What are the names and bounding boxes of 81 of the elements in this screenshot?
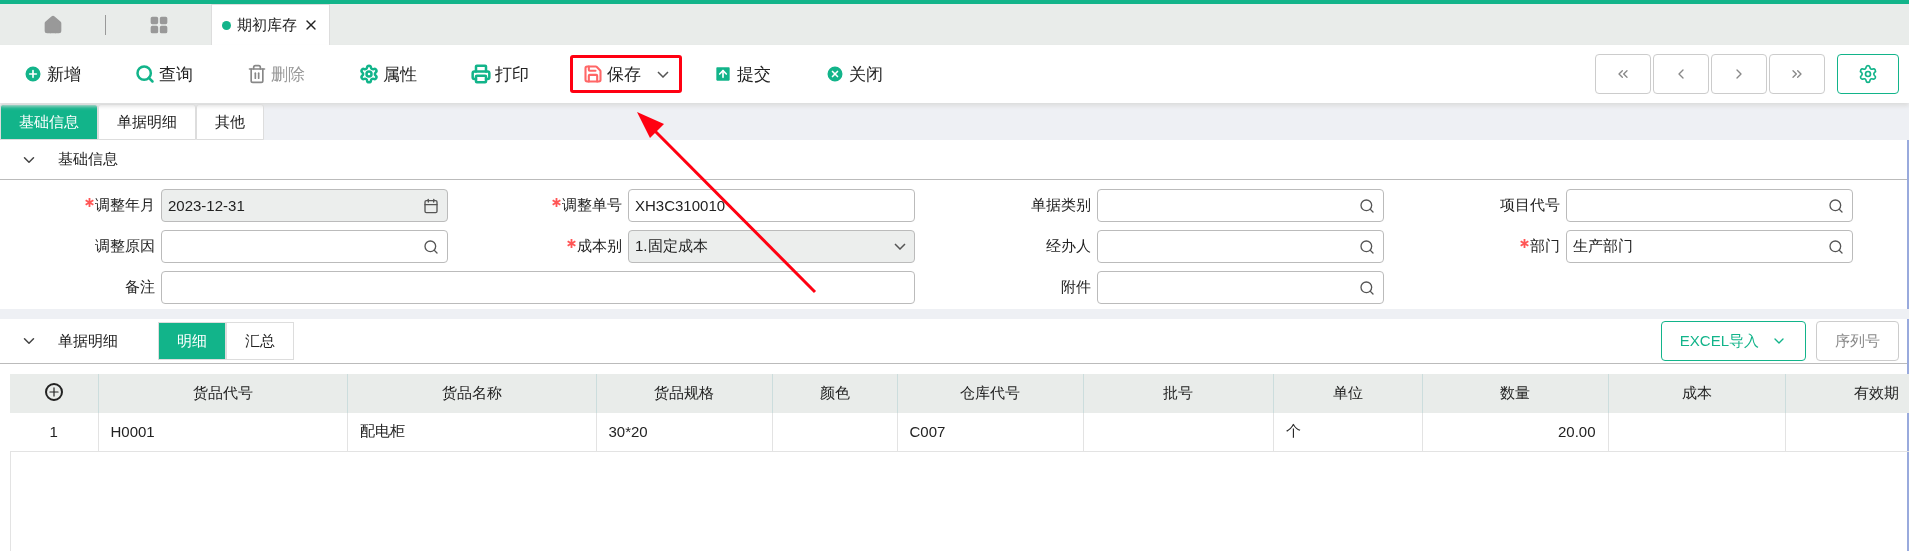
column-header: 颜色 xyxy=(772,374,897,413)
row-number: 1 xyxy=(10,413,98,451)
field-label: 调整年月 xyxy=(85,196,155,215)
toolbar-button[interactable]: 关闭 xyxy=(812,55,896,93)
input-field[interactable]: 1.固定成本 xyxy=(628,230,915,263)
input-field[interactable] xyxy=(1566,189,1853,222)
required-icon xyxy=(85,198,94,207)
field-label: 项目代号 xyxy=(1500,196,1560,215)
toolbar-button[interactable]: 新增 xyxy=(10,55,94,93)
table-cell: C007 xyxy=(897,413,1083,451)
action-button[interactable]: 序列号 xyxy=(1816,321,1899,361)
search-icon xyxy=(1828,238,1844,255)
field-label: 备注 xyxy=(125,278,155,297)
table-cell: 个 xyxy=(1273,413,1422,451)
input-field[interactable] xyxy=(161,230,448,263)
field-label: 调整单号 xyxy=(552,196,622,215)
first-button[interactable] xyxy=(1595,54,1651,94)
add-row-icon[interactable] xyxy=(44,383,63,401)
close-icon xyxy=(825,64,845,84)
table-cell: 30*20 xyxy=(596,413,772,451)
field-label: 成本别 xyxy=(567,237,622,256)
grid-icon[interactable] xyxy=(148,14,169,35)
search-icon xyxy=(1359,238,1375,255)
printer-icon xyxy=(471,64,491,84)
column-header: 仓库代号 xyxy=(897,374,1083,413)
toolbar-button[interactable]: 保存 xyxy=(570,55,682,93)
input-field[interactable] xyxy=(1097,189,1384,222)
column-header: 成本 xyxy=(1608,374,1785,413)
input-field[interactable]: 生产部门 xyxy=(1566,230,1853,263)
chevron-down-icon xyxy=(894,243,906,250)
next-button[interactable] xyxy=(1711,54,1767,94)
table-cell: 20.00 xyxy=(1422,413,1608,451)
caret-icon xyxy=(657,70,669,78)
input-field[interactable] xyxy=(1097,271,1384,304)
column-header: 批号 xyxy=(1083,374,1273,413)
section-title: 基础信息 xyxy=(58,150,118,169)
input-field[interactable]: 2023-12-31 xyxy=(161,189,448,222)
page-tab[interactable]: 期初库存 xyxy=(211,4,330,45)
toolbar-button[interactable]: 提交 xyxy=(700,55,784,93)
table-cell: 配电柜 xyxy=(347,413,596,451)
toolbar-button[interactable]: 打印 xyxy=(458,55,542,93)
field-label: 部门 xyxy=(1520,237,1560,256)
column-header: 数量 xyxy=(1422,374,1608,413)
search-icon xyxy=(423,238,439,255)
home-icon[interactable] xyxy=(42,14,63,35)
last-button[interactable] xyxy=(1769,54,1825,94)
section-tab[interactable]: 其他 xyxy=(196,104,264,140)
required-icon xyxy=(567,239,576,248)
gear-icon xyxy=(1858,64,1878,84)
column-header: 有效期 xyxy=(1785,374,1909,413)
table-cell: H0001 xyxy=(98,413,347,451)
calendar-icon xyxy=(423,197,439,214)
gear-icon xyxy=(359,64,379,84)
trash-icon xyxy=(247,64,267,84)
column-header: 货品规格 xyxy=(596,374,772,413)
add-icon xyxy=(23,64,43,84)
column-header: 单位 xyxy=(1273,374,1422,413)
required-icon xyxy=(1520,239,1529,248)
status-dot xyxy=(222,20,231,30)
section-tab[interactable]: 单据明细 xyxy=(98,104,196,140)
toolbar-button[interactable]: 属性 xyxy=(346,55,430,93)
section-title: 单据明细 xyxy=(58,331,118,351)
field-label: 调整原因 xyxy=(95,237,155,256)
view-tab[interactable]: 汇总 xyxy=(226,322,294,360)
upload-icon xyxy=(713,64,733,84)
search-icon xyxy=(1828,197,1844,214)
previous-button[interactable] xyxy=(1653,54,1709,94)
column-header: 货品名称 xyxy=(347,374,596,413)
input-field[interactable] xyxy=(161,271,915,304)
input-field[interactable]: XH3C310010 xyxy=(628,189,915,222)
field-label: 附件 xyxy=(1061,278,1091,297)
field-label: 单据类别 xyxy=(1031,196,1091,215)
search-icon xyxy=(135,64,155,84)
input-field[interactable] xyxy=(1097,230,1384,263)
field-label: 经办人 xyxy=(1046,237,1091,256)
settings-button[interactable] xyxy=(1837,54,1899,94)
toolbar-button[interactable]: 查询 xyxy=(122,55,206,93)
search-icon xyxy=(1359,197,1375,214)
required-icon xyxy=(552,198,561,207)
search-icon xyxy=(1359,279,1375,296)
column-header: 货品代号 xyxy=(98,374,347,413)
